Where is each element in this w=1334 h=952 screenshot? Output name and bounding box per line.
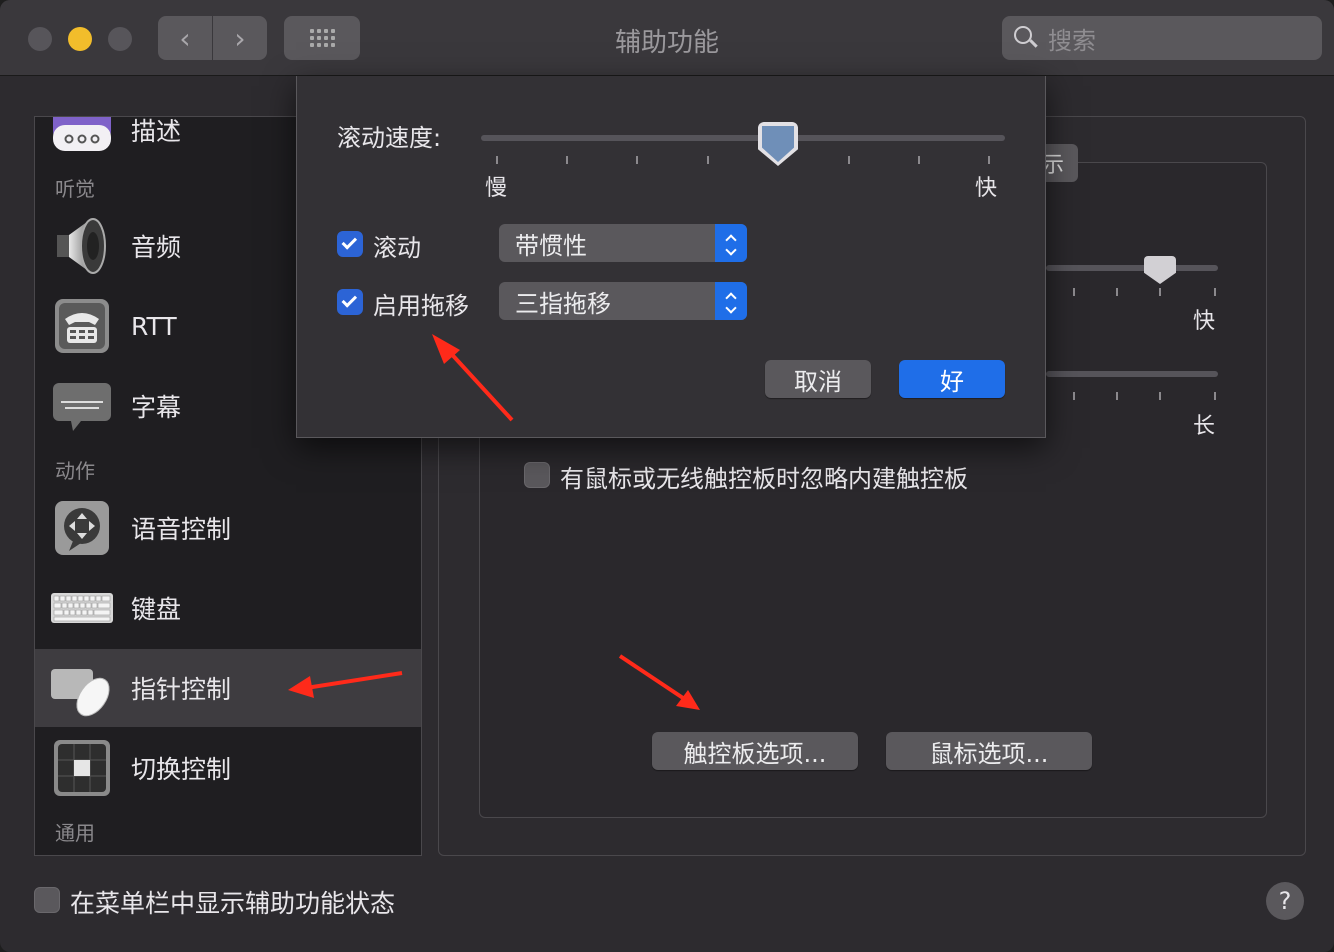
annotation-arrows — [288, 334, 700, 710]
system-preferences-window: ‹ › 辅助功能 搜索 描述 听觉 音频 RTT 字幕 动作 语音控制 键盘 指… — [0, 0, 1334, 952]
